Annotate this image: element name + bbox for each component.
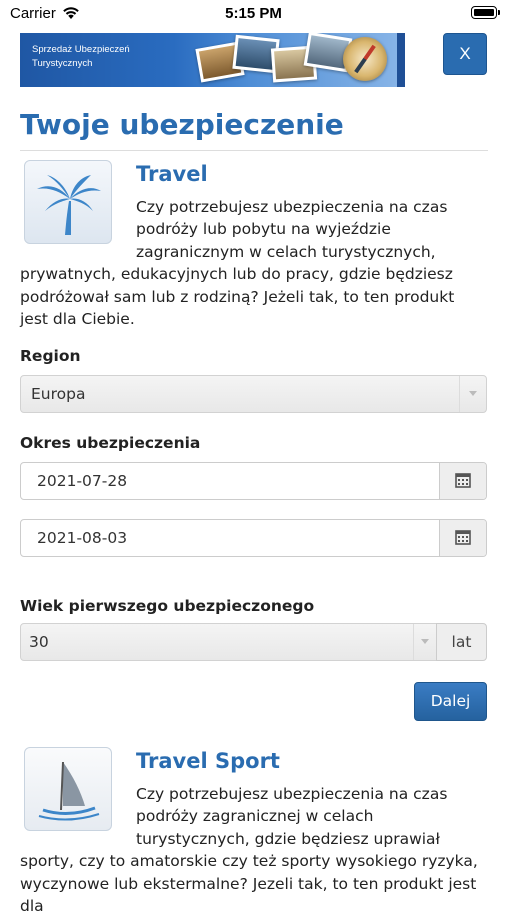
age-select[interactable]: 30 (20, 623, 437, 661)
compass-icon (343, 37, 387, 81)
region-label: Region (20, 347, 81, 365)
calendar-icon (455, 530, 471, 545)
banner-text: Sprzedaż Ubezpieczeń Turystycznych (32, 44, 130, 69)
battery-icon (471, 6, 500, 19)
header-banner: Sprzedaż Ubezpieczeń Turystycznych (20, 33, 405, 87)
windsurf-icon (24, 747, 112, 831)
age-label: Wiek pierwszego ubezpieczonego (20, 597, 315, 615)
period-label: Okres ubezpieczenia (20, 434, 201, 452)
calendar-button[interactable] (439, 520, 486, 556)
status-bar: Carrier 5:15 PM (0, 0, 507, 27)
title-divider (20, 150, 488, 151)
date-from-input[interactable]: 2021-07-28 (20, 462, 487, 500)
age-unit: lat (436, 623, 487, 661)
chevron-down-icon (459, 376, 486, 412)
date-from-value: 2021-07-28 (37, 472, 128, 490)
date-to-value: 2021-08-03 (37, 529, 128, 547)
close-button[interactable]: X (443, 33, 487, 75)
age-value: 30 (29, 633, 49, 651)
product-travel[interactable]: Travel Czy potrzebujesz ubezpieczenia na… (20, 160, 487, 330)
next-button[interactable]: Dalej (414, 682, 487, 721)
calendar-button[interactable] (439, 463, 486, 499)
product-travel-sport[interactable]: Travel Sport Czy potrzebujesz ubezpiecze… (20, 747, 487, 917)
calendar-icon (455, 473, 471, 488)
palm-tree-icon (24, 160, 112, 244)
chevron-down-icon (413, 624, 436, 660)
date-to-input[interactable]: 2021-08-03 (20, 519, 487, 557)
page-title: Twoje ubezpieczenie (20, 108, 344, 141)
region-value: Europa (31, 385, 86, 403)
region-select[interactable]: Europa (20, 375, 487, 413)
banner-photos (190, 33, 405, 87)
clock: 5:15 PM (225, 5, 282, 22)
